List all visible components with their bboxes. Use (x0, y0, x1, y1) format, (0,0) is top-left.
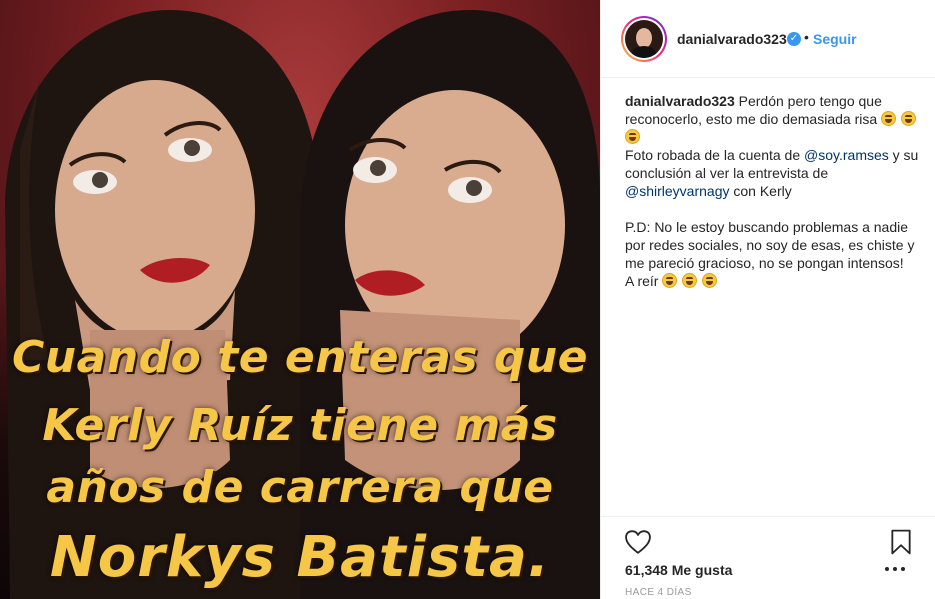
post-timestamp[interactable]: HACE 4 DÍAS (625, 587, 692, 598)
mention-link[interactable]: @soy.ramses (804, 147, 889, 163)
more-options-icon[interactable] (885, 567, 905, 573)
caption-text: P.D: No le estoy buscando problemas a na… (625, 219, 915, 271)
username-link[interactable]: danialvarado323 (677, 31, 787, 47)
follow-button[interactable]: Seguir (813, 31, 857, 47)
post-actions: 61,348 Me gusta HACE 4 DÍAS (601, 516, 935, 599)
avatar-border (623, 18, 665, 60)
avatar[interactable] (621, 16, 667, 62)
rofl-emoji-icon (881, 111, 897, 126)
caption-text: Foto robada de la cuenta de (625, 147, 801, 163)
avatar-body (631, 46, 657, 58)
caption-text: con Kerly (733, 183, 792, 199)
caption-paragraph: danialvarado323 Perdón pero tengo que re… (625, 92, 923, 146)
meme-text-line: años de carrera que (46, 462, 554, 513)
more-dot (893, 567, 897, 571)
meme-text-line: Kerly Ruíz tiene más (42, 400, 558, 451)
meme-text-line: Norkys Batista. (49, 525, 551, 590)
mention-link[interactable]: @shirleyvarnagy (625, 183, 729, 199)
verified-badge-icon: ✓ (787, 32, 801, 46)
joy-emoji-icon (682, 273, 698, 288)
caption-text: A reír (625, 273, 659, 289)
post-header: danialvarado323 ✓ • Seguir (601, 0, 935, 78)
bookmark-icon[interactable] (890, 529, 912, 555)
rofl-emoji-icon (625, 129, 640, 144)
caption-username-link[interactable]: danialvarado323 (625, 93, 735, 109)
joy-emoji-icon (702, 273, 718, 288)
post-caption: danialvarado323 Perdón pero tengo que re… (625, 92, 923, 290)
likes-count[interactable]: 61,348 Me gusta (625, 562, 732, 578)
post-image[interactable]: Cuando te enteras que Kerly Ruíz tiene m… (0, 0, 600, 599)
separator-dot: • (804, 29, 809, 45)
caption-paragraph: Foto robada de la cuenta de @soy.ramses … (625, 146, 923, 200)
meme-text-line: Cuando te enteras que (12, 332, 588, 383)
caption-paragraph: P.D: No le estoy buscando problemas a na… (625, 218, 923, 272)
rofl-emoji-icon (900, 111, 916, 126)
caption-paragraph: A reír (625, 272, 923, 290)
post-side-panel: danialvarado323 ✓ • Seguir danialvarado3… (600, 0, 935, 599)
avatar-face (636, 28, 652, 48)
more-dot (885, 567, 889, 571)
heart-icon[interactable] (625, 530, 651, 554)
joy-emoji-icon (662, 273, 678, 288)
more-dot (901, 567, 905, 571)
profile-avatar-icon (625, 20, 663, 58)
